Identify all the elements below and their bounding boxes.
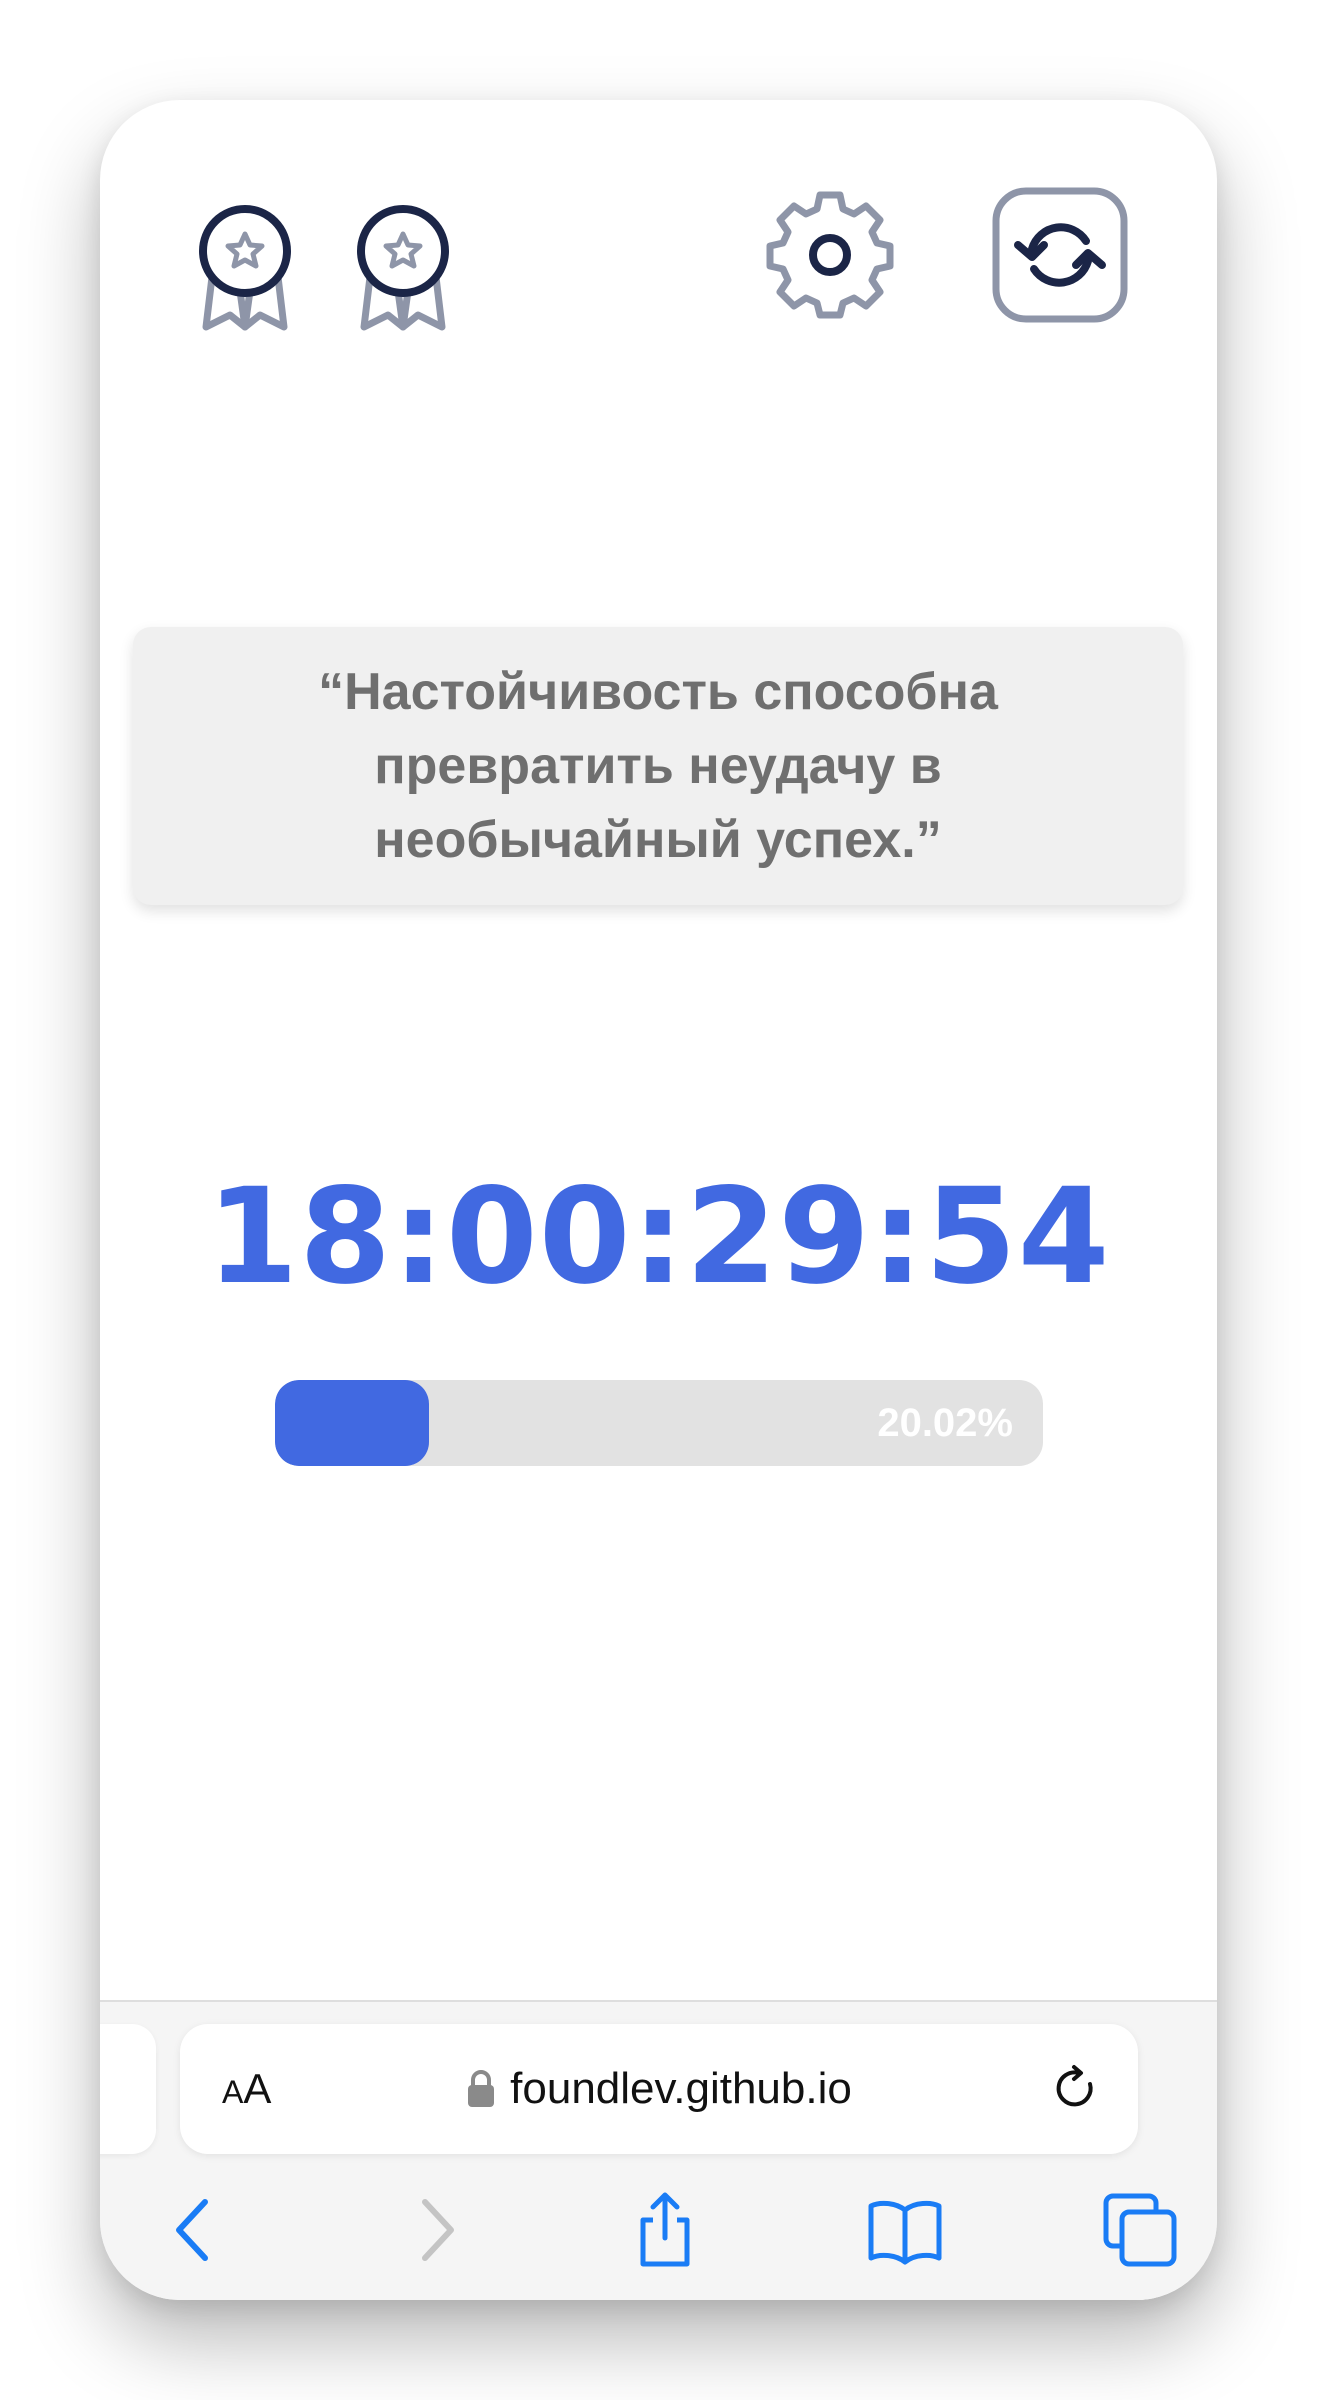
bookmarks-icon[interactable] bbox=[865, 2190, 945, 2270]
progress-bar: 20.02% bbox=[275, 1380, 1043, 1466]
progress-label: 20.02% bbox=[877, 1401, 1013, 1445]
lock-icon bbox=[468, 2070, 495, 2107]
url-display[interactable]: foundlev.github.io bbox=[180, 2024, 1138, 2154]
chevron-left-icon[interactable] bbox=[155, 2190, 235, 2270]
quote-card: “Настойчивость способна превратить неуда… bbox=[133, 627, 1183, 905]
browser-toolbar bbox=[100, 2170, 1217, 2290]
quote-text: “Настойчивость способна превратить неуда… bbox=[318, 663, 998, 869]
countdown-timer: 18:00:29:54 bbox=[206, 1160, 1111, 1314]
medal-icon[interactable] bbox=[328, 185, 478, 335]
gear-icon[interactable] bbox=[760, 185, 900, 325]
browser-bottom-bar: AA foundlev.github.io bbox=[100, 2000, 1217, 2300]
progress-fill bbox=[275, 1380, 429, 1466]
phone-screen: “Настойчивость способна превратить неуда… bbox=[100, 100, 1217, 2300]
chevron-right-icon[interactable] bbox=[395, 2190, 475, 2270]
previous-tab-preview[interactable] bbox=[100, 2024, 156, 2154]
address-bar[interactable]: AA foundlev.github.io bbox=[180, 2024, 1138, 2154]
refresh-icon[interactable] bbox=[990, 185, 1130, 325]
share-icon[interactable] bbox=[625, 2190, 705, 2270]
url-text: foundlev.github.io bbox=[510, 2064, 852, 2113]
reload-icon[interactable] bbox=[1052, 2064, 1102, 2114]
tabs-icon[interactable] bbox=[1100, 2190, 1180, 2270]
medal-icon[interactable] bbox=[170, 185, 320, 335]
